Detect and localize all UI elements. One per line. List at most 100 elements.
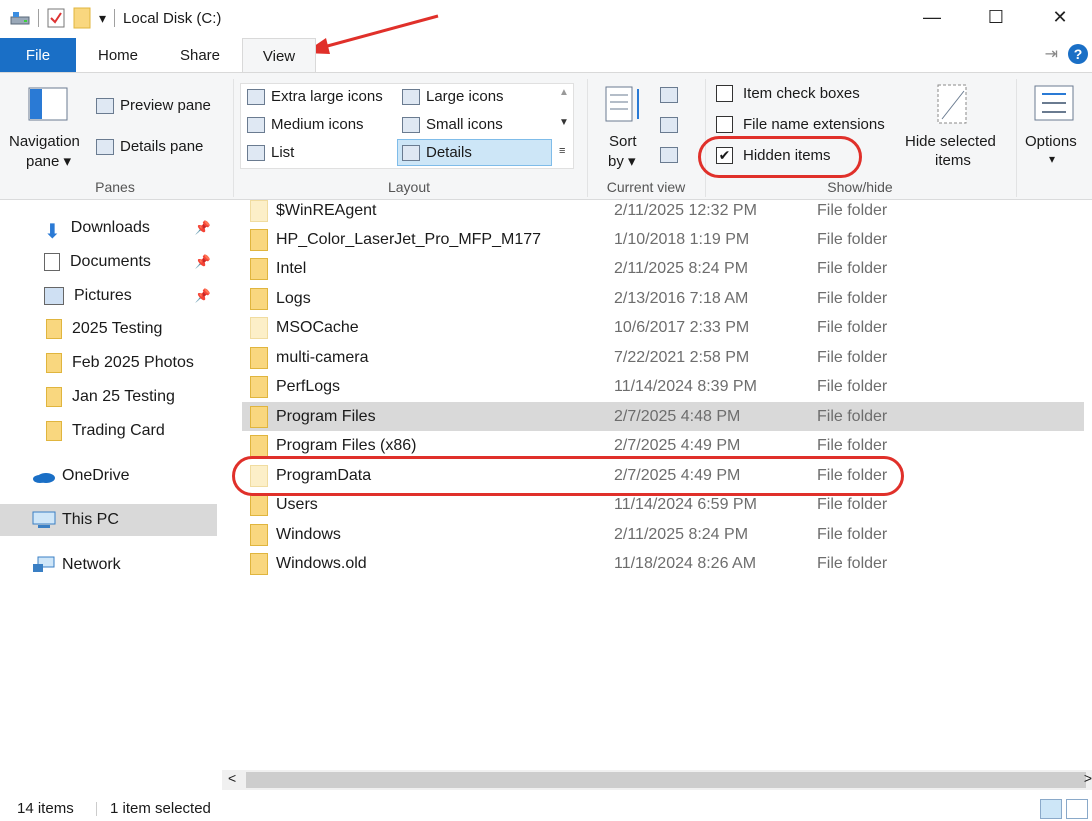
layout-large-icons[interactable]: Large icons (402, 88, 504, 105)
file-row[interactable]: Program Files (x86) 2/7/2025 4:49 PM Fil… (242, 431, 1084, 460)
folder-icon (250, 199, 268, 222)
file-name-extensions-checkbox[interactable] (716, 116, 733, 133)
file-row[interactable]: multi-camera 7/22/2021 2:58 PM File fold… (242, 343, 1084, 372)
list-label: List (271, 144, 295, 161)
details-view-icon[interactable] (1040, 798, 1062, 819)
window-controls: — ☐ ✕ (900, 0, 1092, 34)
file-row[interactable]: Windows 2/11/2025 8:24 PM File folder (242, 520, 1084, 549)
navigation-pane-button[interactable]: Navigation (9, 133, 80, 150)
file-name: PerfLogs (276, 377, 341, 395)
file-name-extensions-toggle[interactable]: File name extensions (716, 116, 885, 133)
nav-item-documents[interactable]: Documents 📌 (0, 246, 217, 278)
nav-item-pictures[interactable]: Pictures 📌 (0, 280, 217, 312)
tab-file[interactable]: File (0, 38, 76, 72)
maximize-button[interactable]: ☐ (964, 0, 1028, 34)
ribbon-view: Navigation pane ▾ Preview pane Details p… (0, 72, 1092, 200)
item-check-boxes-checkbox[interactable] (716, 85, 733, 102)
sort-by-icon (605, 86, 639, 122)
options-dropdown-icon[interactable]: ▾ (1049, 152, 1055, 166)
status-separator (96, 802, 97, 816)
file-row[interactable]: Users 11/14/2024 6:59 PM File folder (242, 490, 1084, 519)
file-type: File folder (817, 230, 888, 248)
folder-icon (250, 434, 268, 457)
nav-item-2025-testing[interactable]: 2025 Testing (0, 313, 217, 345)
large-icons-view-icon[interactable] (1066, 798, 1088, 819)
scroll-left-button[interactable]: < (228, 770, 236, 786)
nav-item-label: 2025 Testing (72, 320, 163, 337)
customize-qat-dropdown[interactable]: ▾ (99, 10, 106, 27)
layout-scroll-up-icon[interactable]: ▲ (559, 87, 569, 98)
group-by-icon[interactable] (660, 87, 678, 103)
layout-medium-icons[interactable]: Medium icons (247, 116, 364, 133)
file-row[interactable]: Logs 2/13/2016 7:18 AM File folder (242, 284, 1084, 313)
file-row[interactable]: Windows.old 11/18/2024 8:26 AM File fold… (242, 549, 1084, 578)
tab-share[interactable]: Share (160, 38, 240, 72)
close-button[interactable]: ✕ (1028, 0, 1092, 34)
pin-icon[interactable]: 📌 (195, 220, 211, 236)
file-type: File folder (817, 407, 888, 425)
details-label: Details (426, 144, 472, 161)
nav-item-downloads[interactable]: ⬇ Downloads 📌 (0, 212, 217, 244)
options-button[interactable]: Options (1025, 133, 1077, 150)
tab-home[interactable]: Home (80, 38, 156, 72)
sort-by-button[interactable]: Sort (609, 133, 637, 150)
layout-small-icons[interactable]: Small icons (402, 116, 503, 133)
hidden-items-checkbox[interactable]: ✔ (716, 147, 733, 164)
item-check-boxes-toggle[interactable]: Item check boxes (716, 85, 860, 102)
scrollbar-thumb[interactable] (246, 772, 1086, 788)
tab-view[interactable]: View (242, 38, 316, 73)
file-date: 11/14/2024 8:39 PM (614, 377, 757, 395)
properties-icon[interactable] (47, 8, 65, 28)
folder-icon (250, 523, 268, 546)
file-date: 2/11/2025 8:24 PM (614, 259, 749, 277)
hide-selected-items-button[interactable]: Hide selected (905, 133, 996, 150)
folder-icon (250, 346, 268, 369)
file-type: File folder (817, 201, 888, 219)
nav-item-network[interactable]: Network (0, 549, 217, 581)
pin-icon[interactable]: 📌 (195, 288, 211, 304)
size-columns-to-fit-icon[interactable] (660, 147, 678, 163)
layout-list[interactable]: List (247, 144, 294, 161)
file-row[interactable]: Intel 2/11/2025 8:24 PM File folder (242, 254, 1084, 283)
layout-scroll-down-icon[interactable]: ▼ (559, 117, 569, 128)
file-type: File folder (817, 259, 888, 277)
navigation-pane-dropdown[interactable]: pane ▾ (26, 152, 71, 170)
preview-pane-button[interactable]: Preview pane (96, 97, 211, 114)
add-columns-icon[interactable] (660, 117, 678, 133)
drive-icon (10, 12, 30, 25)
help-icon[interactable]: ? (1068, 44, 1088, 64)
file-type: File folder (817, 466, 888, 484)
horizontal-scrollbar[interactable]: < > (222, 770, 1092, 790)
group-separator (587, 79, 588, 197)
nav-item-jan-25-testing[interactable]: Jan 25 Testing (0, 381, 217, 413)
scroll-right-button[interactable]: > (1084, 770, 1092, 786)
quick-access-toolbar: ▾ (0, 7, 116, 29)
file-row[interactable]: ProgramData 2/7/2025 4:49 PM File folder (242, 461, 1084, 490)
file-type: File folder (817, 554, 888, 572)
layout-more-icon[interactable]: ≡ (559, 145, 565, 157)
file-name: Program Files (276, 407, 376, 425)
file-row[interactable]: $WinREAgent 2/11/2025 12:32 PM File fold… (242, 196, 1084, 225)
file-name: Users (276, 495, 318, 513)
layout-details[interactable]: Details (402, 144, 472, 161)
file-row[interactable]: PerfLogs 11/14/2024 8:39 PM File folder (242, 372, 1084, 401)
details-pane-button[interactable]: Details pane (96, 138, 203, 155)
hidden-items-toggle[interactable]: ✔ Hidden items (716, 147, 831, 164)
layout-extra-large-icons[interactable]: Extra large icons (247, 88, 383, 105)
new-folder-icon[interactable] (73, 7, 91, 29)
nav-item-this-pc[interactable]: This PC (0, 504, 217, 536)
file-row[interactable]: MSOCache 10/6/2017 2:33 PM File folder (242, 313, 1084, 342)
pin-ribbon-icon[interactable]: ⇥ (1045, 44, 1058, 64)
nav-item-feb-2025-photos[interactable]: Feb 2025 Photos (0, 347, 217, 379)
file-row-selected[interactable]: Program Files 2/7/2025 4:48 PM File fold… (242, 402, 1084, 431)
pin-icon[interactable]: 📌 (195, 254, 211, 270)
nav-item-label: OneDrive (62, 467, 130, 484)
nav-item-trading-card[interactable]: Trading Card (0, 415, 217, 447)
file-name: MSOCache (276, 318, 359, 336)
sort-by-dropdown[interactable]: by ▾ (608, 152, 636, 170)
file-date: 2/7/2025 4:49 PM (614, 436, 741, 454)
minimize-button[interactable]: — (900, 0, 964, 34)
nav-item-onedrive[interactable]: OneDrive (0, 460, 217, 492)
file-row[interactable]: HP_Color_LaserJet_Pro_MFP_M177 1/10/2018… (242, 225, 1084, 254)
folder-icon (250, 375, 268, 398)
